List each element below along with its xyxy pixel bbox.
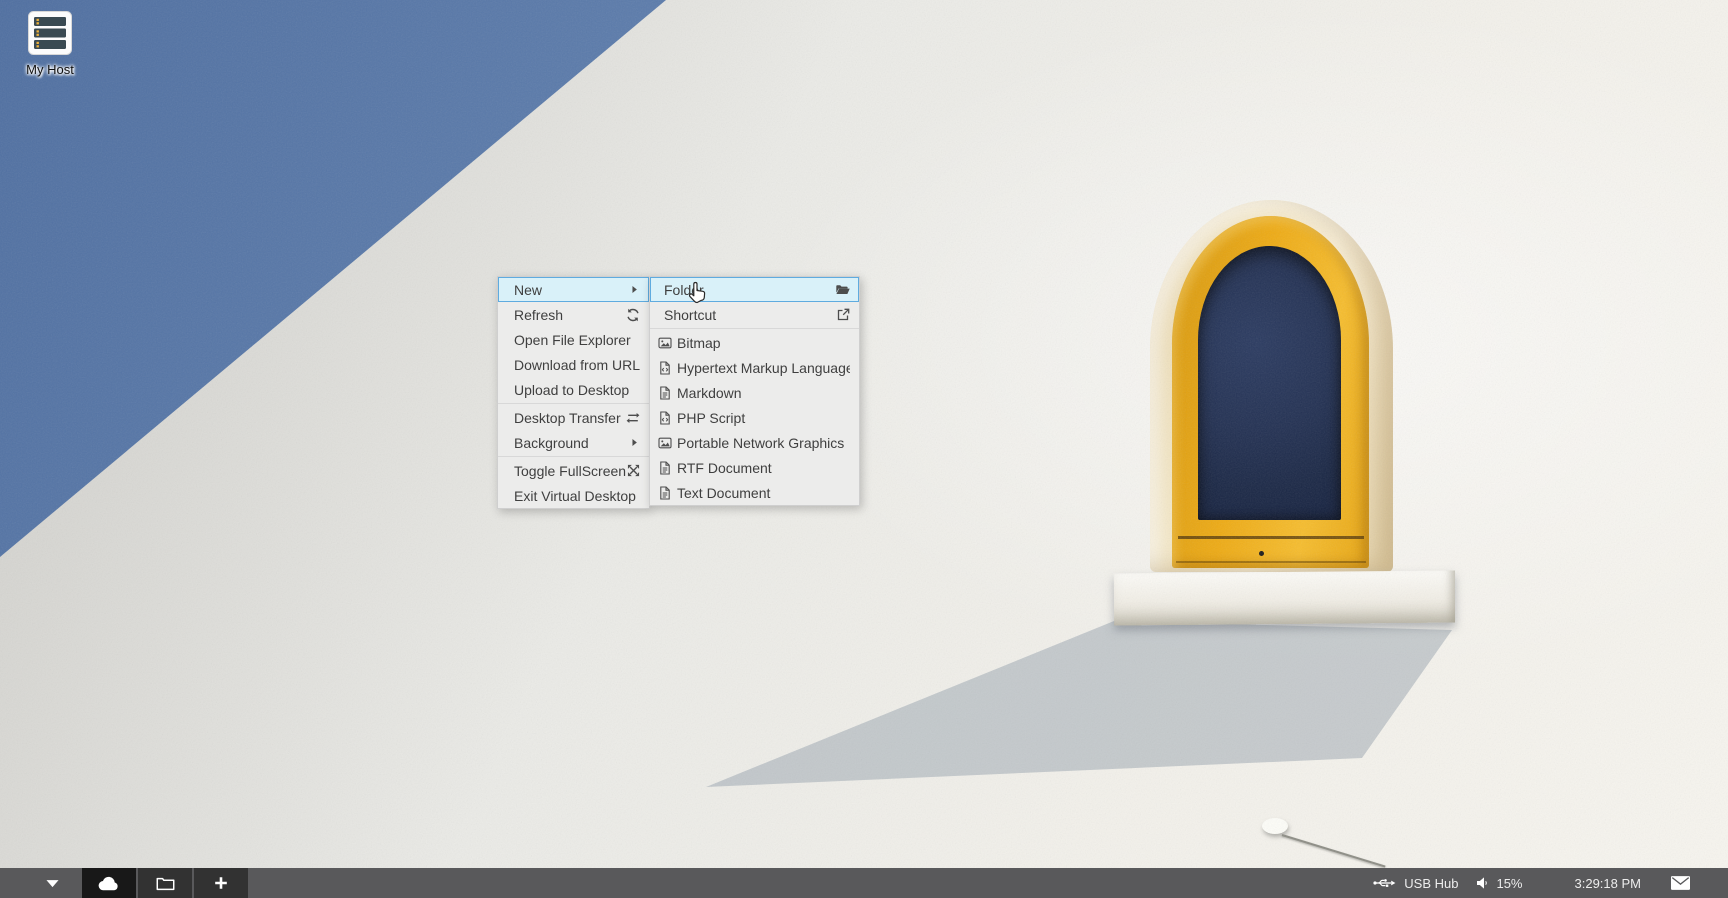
- folder-open-icon: [835, 283, 850, 297]
- envelope-icon: [1671, 876, 1690, 890]
- menu-separator: [498, 456, 649, 457]
- cloud-icon: [98, 875, 121, 891]
- image-file-icon: [658, 336, 672, 350]
- menu-separator: [650, 328, 859, 329]
- image-file-icon: [658, 436, 672, 450]
- menu-item-toggle-fullscreen[interactable]: Toggle FullScreen: [498, 458, 649, 483]
- refresh-icon: [626, 308, 640, 322]
- menu-item-upload-to-desktop[interactable]: Upload to Desktop: [498, 377, 649, 402]
- submenu-item-png[interactable]: Portable Network Graphics: [650, 430, 859, 455]
- code-file-icon: [658, 411, 672, 425]
- desktop-icon-my-host[interactable]: My Host: [8, 10, 92, 77]
- menu-item-exit-virtual-desktop[interactable]: Exit Virtual Desktop: [498, 483, 649, 508]
- wallpaper-window-sill: [1114, 571, 1455, 626]
- plus-icon: [214, 876, 228, 890]
- menu-item-desktop-transfer[interactable]: Desktop Transfer: [498, 405, 649, 430]
- taskbar: USB Hub 15% 3:29:18 PM: [0, 868, 1728, 898]
- taskbar-app-new-window[interactable]: [194, 868, 248, 898]
- expand-icon: [627, 464, 640, 477]
- exchange-icon: [626, 411, 640, 425]
- desktop-icon-label: My Host: [26, 62, 74, 77]
- external-link-icon: [836, 308, 850, 322]
- submenu-item-folder[interactable]: Folder: [650, 277, 859, 302]
- new-submenu: Folder Shortcut Bitmap Hypertext Markup …: [649, 276, 860, 506]
- submenu-item-html[interactable]: Hypertext Markup Language: [650, 355, 859, 380]
- taskbar-app-cloud[interactable]: [82, 868, 136, 898]
- menu-item-download-from-url[interactable]: Download from URL: [498, 352, 649, 377]
- submenu-item-php-script[interactable]: PHP Script: [650, 405, 859, 430]
- menu-separator: [498, 403, 649, 404]
- usb-icon: [1373, 876, 1396, 890]
- notifications-button[interactable]: [1671, 876, 1690, 890]
- volume-status[interactable]: 15%: [1476, 876, 1522, 891]
- text-file-icon: [658, 386, 672, 400]
- taskbar-apps: [82, 868, 248, 898]
- caret-right-icon: [629, 437, 640, 448]
- wallpaper-window-frame-line: [1178, 536, 1364, 539]
- menu-item-new[interactable]: New: [498, 277, 649, 302]
- volume-percent: 15%: [1496, 876, 1522, 891]
- text-file-icon: [658, 461, 672, 475]
- text-file-icon: [658, 486, 672, 500]
- taskbar-status-area: USB Hub 15% 3:29:18 PM: [1373, 876, 1728, 891]
- submenu-item-text-document[interactable]: Text Document: [650, 480, 859, 505]
- taskbar-app-file-explorer[interactable]: [138, 868, 192, 898]
- desktop-context-menu: New Refresh Open File Explorer Download …: [497, 276, 650, 509]
- caret-down-icon: [46, 879, 59, 888]
- virtual-desktop-screen: My Host New Refresh Open File Explorer D…: [0, 0, 1728, 898]
- taskbar-menu-button[interactable]: [37, 868, 67, 898]
- code-file-icon: [658, 361, 672, 375]
- clock-time: 3:29:18 PM: [1575, 876, 1642, 891]
- wallpaper-wall-fixture: [1262, 818, 1288, 834]
- wallpaper-window-glass: [1198, 246, 1341, 520]
- usb-hub-label: USB Hub: [1404, 876, 1458, 891]
- wallpaper-window-keyhole: [1259, 551, 1264, 556]
- submenu-item-shortcut[interactable]: Shortcut: [650, 302, 859, 327]
- folder-icon: [156, 876, 175, 891]
- usb-hub-status[interactable]: USB Hub: [1373, 876, 1458, 891]
- speaker-icon: [1476, 876, 1488, 890]
- wallpaper-window-frame-edge: [1176, 561, 1366, 563]
- menu-item-background[interactable]: Background: [498, 430, 649, 455]
- submenu-item-bitmap[interactable]: Bitmap: [650, 330, 859, 355]
- submenu-item-markdown[interactable]: Markdown: [650, 380, 859, 405]
- submenu-item-rtf-document[interactable]: RTF Document: [650, 455, 859, 480]
- caret-right-icon: [629, 284, 640, 295]
- menu-item-open-file-explorer[interactable]: Open File Explorer: [498, 327, 649, 352]
- server-icon: [27, 10, 73, 56]
- menu-item-refresh[interactable]: Refresh: [498, 302, 649, 327]
- clock[interactable]: 3:29:18 PM: [1575, 876, 1642, 891]
